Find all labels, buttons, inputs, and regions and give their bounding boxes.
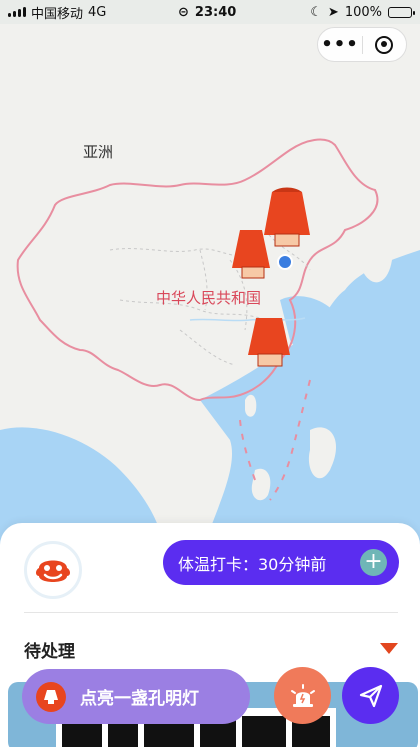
paper-plane-icon <box>359 684 382 707</box>
temperature-checkin-label: 体温打卡：30分钟前 <box>178 554 327 574</box>
chevron-down-icon[interactable] <box>380 643 398 654</box>
avatar[interactable] <box>24 541 82 599</box>
location-arrow-icon: ➤ <box>327 4 339 20</box>
light-lantern-label: 点亮一盏孔明灯 <box>80 689 199 709</box>
plus-icon[interactable]: + <box>360 549 387 576</box>
map-view[interactable]: 亚洲 中华人民共和国 <box>0 0 420 560</box>
target-icon <box>375 35 394 54</box>
divider <box>24 612 398 613</box>
alarm-button[interactable] <box>274 667 331 724</box>
status-bar: 中国移动 4G ⊝ 23:40 ☾ ➤ 100% <box>0 0 420 24</box>
moon-icon: ☾ <box>310 4 322 20</box>
location-pin <box>277 254 293 270</box>
more-menu-button[interactable]: ••• <box>318 35 362 54</box>
siren-icon <box>290 683 315 707</box>
network-type: 4G <box>88 4 107 20</box>
battery-icon <box>388 6 415 18</box>
lantern-icon <box>36 681 66 712</box>
smiley-mascot-icon <box>36 560 70 582</box>
signal-icon <box>8 7 26 17</box>
send-button[interactable] <box>342 667 399 724</box>
battery-percent: 100% <box>344 4 382 20</box>
pending-section-title: 待处理 <box>24 642 75 662</box>
temperature-checkin-button[interactable]: 体温打卡：30分钟前 + <box>163 540 399 585</box>
miniprogram-capsule: ••• <box>317 27 407 62</box>
map-label-asia: 亚洲 <box>83 143 114 161</box>
clock: 23:40 <box>194 4 237 20</box>
map-label-country: 中华人民共和国 <box>156 289 262 307</box>
link-icon: ⊝ <box>178 4 189 20</box>
carrier-name: 中国移动 <box>31 6 84 22</box>
close-miniprogram-button[interactable] <box>363 35 406 54</box>
light-lantern-button[interactable]: 点亮一盏孔明灯 <box>22 669 250 724</box>
